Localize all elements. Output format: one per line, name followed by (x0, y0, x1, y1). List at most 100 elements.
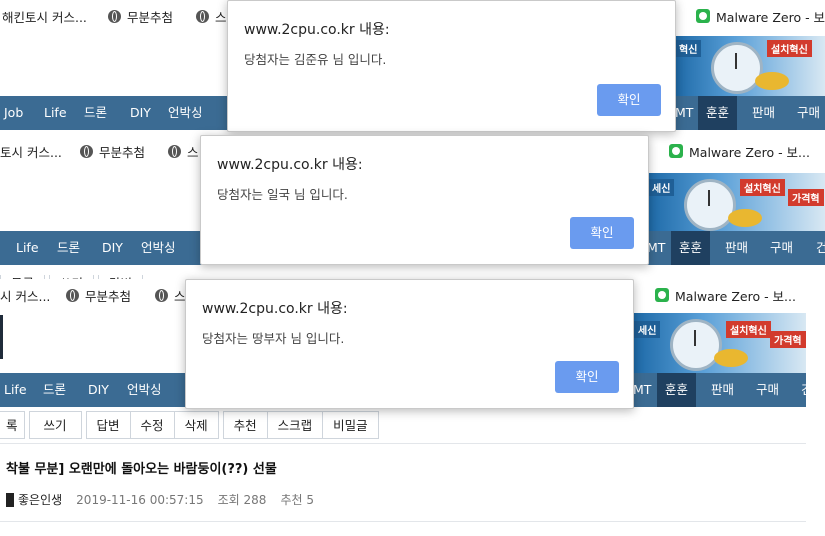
nav-sell[interactable]: 판매 (711, 373, 734, 407)
scrap-button[interactable]: 스크랩 (267, 411, 324, 439)
reply-button[interactable]: 답변 (85, 411, 131, 439)
post-author[interactable]: 좋은인생 (6, 491, 62, 508)
bookmark-label: 스 (187, 144, 199, 160)
post-toolbar: 록 쓰기 답변 수정 삭제 추천 스크랩 비밀글 (0, 411, 379, 439)
ad-banner[interactable]: 세신 설치혁신 가격혁 (648, 173, 825, 233)
nav-more[interactable]: 건 (801, 373, 813, 407)
nav-life[interactable]: Life (4, 373, 27, 407)
banner-tag: 설치혁신 (767, 40, 812, 57)
coins-icon (728, 209, 762, 227)
ok-button[interactable]: 확인 (570, 217, 634, 249)
screen: { "bookmarks": { "item1": "해킨토시 커스...", … (0, 0, 825, 536)
nav-mt[interactable]: MT (633, 373, 651, 407)
banner-tag: 설치혁신 (740, 179, 785, 196)
nav-job[interactable]: Job (4, 96, 23, 130)
banner-tag: 가격혁 (788, 189, 824, 206)
nav-mt[interactable]: MT (647, 231, 665, 265)
bookmark-malware-zero[interactable]: Malware Zero - 보... (655, 286, 796, 305)
nav-mt[interactable]: MT (675, 96, 693, 130)
nav-diy[interactable]: DIY (130, 96, 151, 130)
bookmark-malware-zero[interactable]: Malware Zero - 보... (669, 142, 810, 161)
nav-sell[interactable]: 판매 (725, 231, 748, 265)
bookmark-label: 무분추첨 (127, 9, 174, 25)
author-name: 좋은인생 (18, 493, 63, 507)
malware-zero-icon (696, 9, 710, 23)
bookmark-hackintosh[interactable]: 해킨토시 커스... (2, 7, 87, 26)
globe-icon (66, 288, 79, 302)
nav-life[interactable]: Life (16, 231, 39, 265)
nav-diy[interactable]: DIY (88, 373, 109, 407)
post-views: 조회 288 (217, 493, 267, 507)
bookmark-label: 스 (174, 288, 186, 304)
action-group: 추천 스크랩 비밀글 (222, 411, 379, 439)
dialog-title: www.2cpu.co.kr 내용: (217, 157, 363, 173)
bookmark-label: 해킨토시 커스... (2, 9, 87, 25)
nav-hunhun[interactable]: 훈훈 (657, 373, 697, 407)
list-button[interactable]: 록 (0, 411, 25, 439)
bookmark-label: 스 (215, 9, 227, 25)
nav-more[interactable]: 건 (816, 231, 825, 265)
nav-unboxing[interactable]: 언박싱 (168, 96, 203, 130)
banner-tag: 가격혁 (770, 331, 806, 348)
nav-hunhun[interactable]: 훈훈 (698, 96, 738, 130)
malware-zero-icon (655, 288, 669, 302)
globe-icon (168, 144, 181, 158)
malware-zero-icon (669, 144, 683, 158)
write-button[interactable]: 쓰기 (28, 411, 82, 439)
bookmark-partial[interactable]: 스 (155, 286, 186, 305)
post-meta: 좋은인생 2019-11-16 00:57:15 조회 288 추천 5 (6, 491, 314, 508)
dialog-message: 당첨자는 김준유 님 입니다. (244, 52, 387, 67)
banner-tag: 혁신 (675, 40, 702, 57)
post-likes: 추천 5 (280, 493, 314, 507)
bookmark-lottery[interactable]: 무분추첨 (108, 7, 173, 26)
nav-drone[interactable]: 드론 (43, 373, 66, 407)
banner-tag: 세신 (634, 321, 661, 338)
nav-diy[interactable]: DIY (102, 231, 123, 265)
bookmark-label: 시 커스... (0, 288, 51, 304)
coins-icon (714, 349, 748, 367)
nav-buy[interactable]: 구매 (797, 96, 820, 130)
nav-unboxing[interactable]: 언박싱 (141, 231, 176, 265)
sidebar-edge (0, 315, 3, 359)
nav-unboxing[interactable]: 언박싱 (127, 373, 162, 407)
post-date: 2019-11-16 00:57:15 (76, 492, 204, 507)
nav-buy[interactable]: 구매 (770, 231, 793, 265)
ad-banner[interactable]: 혁신 설치혁신 (675, 36, 825, 96)
nav-hunhun[interactable]: 훈훈 (671, 231, 711, 265)
alert-dialog-3: www.2cpu.co.kr 내용: 당첨자는 땅부자 님 입니다. 확인 (185, 279, 634, 409)
secret-button[interactable]: 비밀글 (323, 411, 379, 439)
avatar (6, 492, 14, 507)
divider (0, 521, 806, 522)
globe-icon (108, 9, 121, 23)
bookmark-lottery[interactable]: 무분추첨 (66, 286, 131, 305)
nav-drone[interactable]: 드론 (84, 96, 107, 130)
banner-tag: 세신 (648, 179, 675, 196)
bookmark-hackintosh[interactable]: 토시 커스... (0, 142, 62, 161)
bookmark-label: Malware Zero - 보... (689, 144, 810, 160)
bookmark-malware-zero[interactable]: Malware Zero - 보... (696, 7, 825, 26)
ok-button[interactable]: 확인 (597, 84, 661, 116)
globe-icon (155, 288, 168, 302)
nav-life[interactable]: Life (44, 96, 67, 130)
edit-group: 답변 수정 삭제 (85, 411, 219, 439)
bookmark-label: 토시 커스... (0, 144, 62, 160)
alert-dialog-2: www.2cpu.co.kr 내용: 당첨자는 일국 님 입니다. 확인 (200, 135, 649, 265)
bookmark-partial[interactable]: 스 (168, 142, 199, 161)
bookmark-partial[interactable]: 스 (196, 7, 227, 26)
ad-banner[interactable]: 세신 설치혁신 가격혁 (634, 313, 806, 373)
nav-sell[interactable]: 판매 (752, 96, 775, 130)
post-title: 착불 무분] 오랜만에 돌아오는 바람둥이(??) 선물 (6, 462, 277, 477)
bookmark-lottery[interactable]: 무분추첨 (80, 142, 145, 161)
bookmark-label: Malware Zero - 보... (675, 288, 796, 304)
clock-icon (684, 179, 736, 231)
nav-buy[interactable]: 구매 (756, 373, 779, 407)
nav-drone[interactable]: 드론 (57, 231, 80, 265)
ok-button[interactable]: 확인 (555, 361, 619, 393)
clock-icon (670, 319, 722, 371)
delete-button[interactable]: 삭제 (174, 411, 219, 439)
bookmark-hackintosh[interactable]: 시 커스... (0, 286, 50, 305)
dialog-message: 당첨자는 땅부자 님 입니다. (202, 331, 345, 346)
alert-dialog-1: www.2cpu.co.kr 내용: 당첨자는 김준유 님 입니다. 확인 (227, 0, 676, 132)
edit-button[interactable]: 수정 (130, 411, 175, 439)
recommend-button[interactable]: 추천 (222, 411, 268, 439)
